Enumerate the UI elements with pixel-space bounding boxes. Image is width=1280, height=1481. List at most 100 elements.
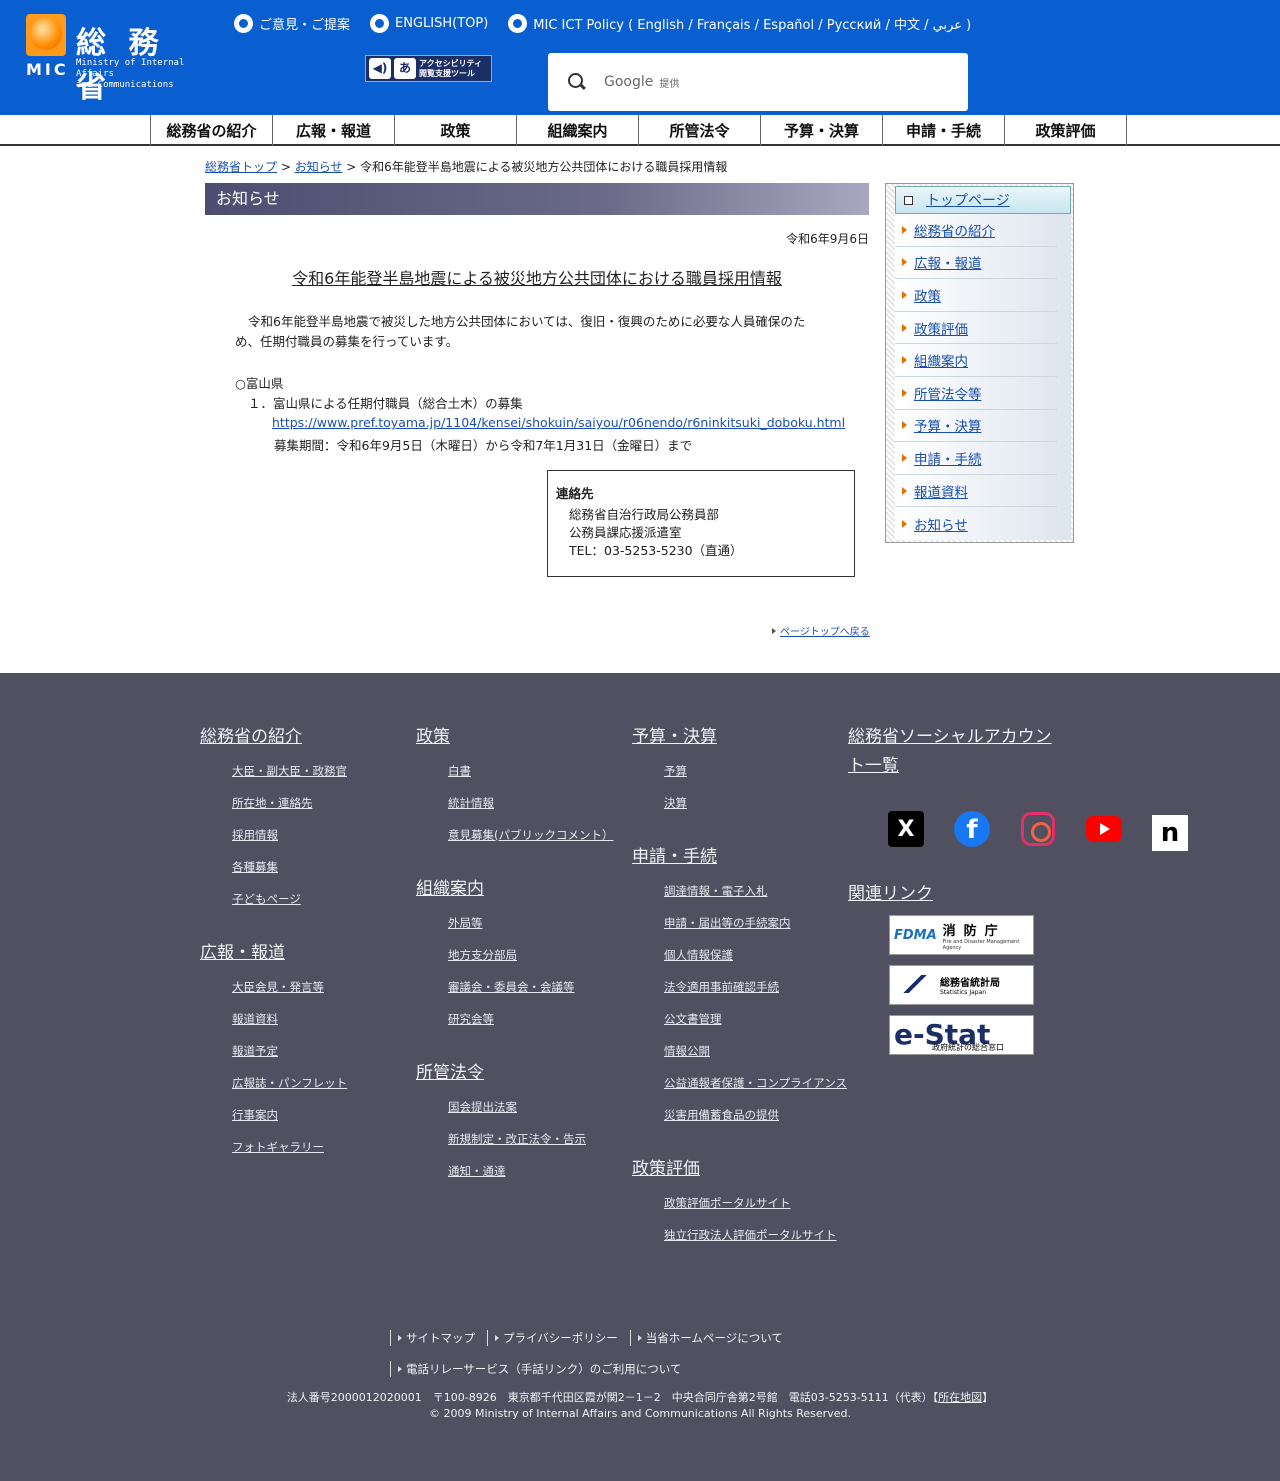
- sidebar-item-label[interactable]: 所管法令等: [914, 383, 982, 403]
- privacy-policy-link[interactable]: プライバシーポリシー: [487, 1329, 630, 1346]
- footer-link[interactable]: 報道予定: [232, 1043, 410, 1075]
- facebook-icon[interactable]: f: [954, 811, 990, 847]
- footer-link[interactable]: 報道資料: [232, 1011, 410, 1043]
- toplink-opinion[interactable]: ご意見・ご提案: [234, 14, 350, 33]
- triangle-bullet-icon: [902, 453, 907, 462]
- footer-link[interactable]: 決算: [664, 795, 847, 827]
- footer-head-applications[interactable]: 申請・手続: [632, 843, 847, 872]
- footer-link[interactable]: 公益通報者保護・コンプライアンス: [664, 1075, 847, 1107]
- footer-head-about[interactable]: 総務省の紹介: [200, 723, 410, 752]
- toplink-english[interactable]: ENGLISH(TOP): [370, 14, 488, 33]
- footer-link[interactable]: 独立行政法人評価ポータルサイト: [664, 1227, 847, 1259]
- footer-link[interactable]: 国会提出法案: [448, 1099, 626, 1131]
- footer-head-laws[interactable]: 所管法令: [416, 1059, 626, 1088]
- sitemap-link[interactable]: サイトマップ: [390, 1329, 487, 1346]
- relay-service-link[interactable]: 電話リレーサービス（手話リンク）のご利用について: [390, 1360, 693, 1377]
- gnav-item-organization[interactable]: 組織案内: [517, 115, 639, 146]
- footer-head-social[interactable]: 総務省ソーシャルアカウン ト一覧: [848, 723, 1078, 781]
- footer-link[interactable]: 外局等: [448, 915, 626, 947]
- sidebar-item-label[interactable]: 申請・手続: [914, 448, 982, 468]
- note-icon[interactable]: n: [1152, 815, 1188, 851]
- footer-link[interactable]: 個人情報保護: [664, 947, 847, 979]
- footer-link[interactable]: 法令適用事前確認手続: [664, 979, 847, 1011]
- sidebar-item-press[interactable]: 報道資料: [895, 475, 1057, 508]
- sidebar-item-evaluation[interactable]: 政策評価: [895, 312, 1057, 345]
- footer-link[interactable]: 採用情報: [232, 827, 410, 859]
- footer-link[interactable]: 申請・届出等の手続案内: [664, 915, 847, 947]
- footer-link[interactable]: 各種募集: [232, 859, 410, 891]
- sidebar-item-label[interactable]: 組織案内: [914, 350, 968, 370]
- footer-link[interactable]: 行事案内: [232, 1107, 410, 1139]
- footer-link[interactable]: 政策評価ポータルサイト: [664, 1195, 847, 1227]
- sidebar-item-policy[interactable]: 政策: [895, 279, 1057, 312]
- instagram-icon[interactable]: [1020, 811, 1056, 847]
- breadcrumb-notice[interactable]: お知らせ: [295, 160, 343, 174]
- footer-head-policy[interactable]: 政策: [416, 723, 626, 752]
- footer-link[interactable]: 白書: [448, 763, 626, 795]
- sidebar-item-pr[interactable]: 広報・報道: [895, 247, 1057, 280]
- estat-banner[interactable]: e-Stat 政府統計の総合窓口: [889, 1015, 1034, 1055]
- search-icon[interactable]: [568, 73, 586, 91]
- footer-link[interactable]: 災害用備蓄食品の提供: [664, 1107, 847, 1139]
- footer-link[interactable]: 情報公開: [664, 1043, 847, 1075]
- footer-head-related[interactable]: 関連リンク: [848, 880, 1078, 909]
- footer-head-pr[interactable]: 広報・報道: [200, 939, 410, 968]
- sidebar-item-top[interactable]: トップページ: [895, 186, 1071, 214]
- sidebar-item-label[interactable]: 報道資料: [914, 481, 968, 501]
- footer-link[interactable]: 地方支分部局: [448, 947, 626, 979]
- youtube-icon[interactable]: [1086, 811, 1122, 847]
- toplink-ict-policy[interactable]: MIC ICT Policy ( English / Français / Es…: [508, 14, 971, 33]
- footer-link[interactable]: 通知・通達: [448, 1163, 626, 1195]
- fdma-banner[interactable]: FDMA 消防庁 Fire and Disaster Management Ag…: [889, 915, 1034, 955]
- gnav-item-policy[interactable]: 政策: [395, 115, 517, 146]
- sidebar-item-about[interactable]: 総務省の紹介: [895, 214, 1057, 247]
- footer-link[interactable]: 大臣・副大臣・政務官: [232, 763, 410, 795]
- footer-link[interactable]: 予算: [664, 763, 847, 795]
- page-top-link[interactable]: ページトップへ戻る: [772, 623, 870, 638]
- sidebar-top-label[interactable]: トップページ: [926, 190, 1010, 210]
- sidebar-item-budget[interactable]: 予算・決算: [895, 410, 1057, 443]
- footer-link[interactable]: 公文書管理: [664, 1011, 847, 1043]
- sidebar-item-laws[interactable]: 所管法令等: [895, 377, 1057, 410]
- footer-link[interactable]: 研究会等: [448, 1011, 626, 1043]
- footer-link[interactable]: 子どもページ: [232, 891, 410, 923]
- page-top-label[interactable]: ページトップへ戻る: [780, 623, 870, 638]
- sidebar-item-notice[interactable]: お知らせ: [895, 507, 1057, 540]
- map-link[interactable]: 所在地図: [938, 1391, 982, 1404]
- x-icon[interactable]: X: [888, 811, 924, 847]
- statistics-bureau-banner[interactable]: 総務省統計局 Statistics Japan: [889, 965, 1034, 1005]
- sidebar-item-label[interactable]: 政策評価: [914, 318, 968, 338]
- footer-link[interactable]: 統計情報: [448, 795, 626, 827]
- footer-link[interactable]: 新規制定・改正法令・告示: [448, 1131, 626, 1163]
- footer-link[interactable]: 審議会・委員会・会議等: [448, 979, 626, 1011]
- sidebar-item-label[interactable]: お知らせ: [914, 514, 968, 534]
- footer-link[interactable]: 意見募集(パブリックコメント）: [448, 827, 626, 859]
- gnav-item-about[interactable]: 総務省の紹介: [151, 115, 273, 146]
- gnav-item-pr[interactable]: 広報・報道: [273, 115, 395, 146]
- sidebar-item-organization[interactable]: 組織案内: [895, 344, 1057, 377]
- footer-link[interactable]: フォトギャラリー: [232, 1139, 410, 1171]
- gnav-item-evaluation[interactable]: 政策評価: [1005, 115, 1127, 146]
- sidebar-item-label[interactable]: 広報・報道: [914, 252, 982, 272]
- search-input[interactable]: Google 提供: [548, 53, 968, 111]
- recruit-link[interactable]: https://www.pref.toyama.jp/1104/kensei/s…: [272, 415, 845, 430]
- footer-link[interactable]: 調達情報・電子入札: [664, 883, 847, 915]
- gnav-item-laws[interactable]: 所管法令: [639, 115, 761, 146]
- footer-link[interactable]: 広報誌・パンフレット: [232, 1075, 410, 1107]
- footer-head-evaluation[interactable]: 政策評価: [632, 1155, 847, 1184]
- sidebar-item-label[interactable]: 総務省の紹介: [914, 220, 995, 240]
- footer-head-organization[interactable]: 組織案内: [416, 875, 626, 904]
- footer-link[interactable]: 大臣会見・発言等: [232, 979, 410, 1011]
- gnav-item-applications[interactable]: 申請・手続: [883, 115, 1005, 146]
- breadcrumb-home[interactable]: 総務省トップ: [205, 160, 277, 174]
- sidebar-item-label[interactable]: 政策: [914, 285, 941, 305]
- about-site-link[interactable]: 当省ホームページについて: [629, 1329, 795, 1346]
- mic-logo[interactable]: 総 務 省 MIC Ministry of Internal Affairs a…: [26, 12, 216, 105]
- gnav-item-budget[interactable]: 予算・決算: [761, 115, 883, 146]
- fdma-name: 消防庁: [942, 923, 1006, 939]
- footer-head-budget[interactable]: 予算・決算: [632, 723, 847, 752]
- sidebar-item-applications[interactable]: 申請・手続: [895, 442, 1057, 475]
- footer-link[interactable]: 所在地・連絡先: [232, 795, 410, 827]
- accessibility-tool-button[interactable]: ◀) あ アクセシビリティ 閲覧支援ツール: [365, 55, 492, 82]
- sidebar-item-label[interactable]: 予算・決算: [914, 415, 982, 435]
